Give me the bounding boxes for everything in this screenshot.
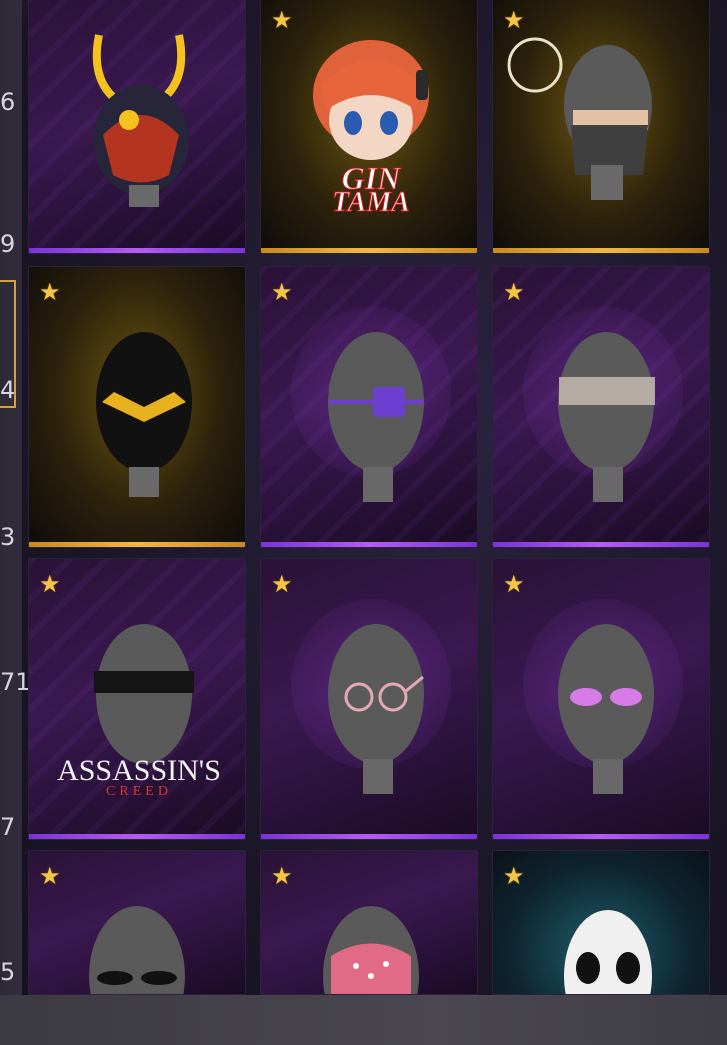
rarity-bar: [261, 248, 477, 253]
item-card-skull-mask[interactable]: ★: [492, 850, 710, 995]
cat-eye-glasses-icon: [558, 624, 654, 794]
eyepatch-icon: [328, 332, 424, 502]
item-card-purple-eyepatch[interactable]: ★: [260, 266, 478, 548]
skull-mask-icon: [564, 910, 652, 994]
visor-mask-icon: [96, 332, 192, 497]
sunglasses-icon: [89, 906, 185, 994]
star-icon: ★: [503, 570, 525, 598]
star-icon: ★: [271, 570, 293, 598]
side-number: 71: [0, 668, 31, 696]
samurai-kabuto-mask-icon: [92, 34, 189, 207]
item-card-ninja-face-mask[interactable]: ★: [492, 0, 710, 254]
rarity-bar: [29, 542, 245, 547]
star-icon: ★: [271, 278, 293, 306]
item-card-pink-polka-headwrap[interactable]: ★: [260, 850, 478, 995]
item-card-pink-cat-eye-glasses[interactable]: ★: [492, 558, 710, 840]
rarity-bar: [29, 834, 245, 839]
item-card-black-gold-visor-mask[interactable]: ★: [28, 266, 246, 548]
side-number: 6: [0, 88, 16, 116]
rarity-bar: [493, 542, 709, 547]
side-number: 5: [0, 958, 16, 986]
item-card-round-glasses[interactable]: ★: [260, 558, 478, 840]
side-number: 9: [0, 230, 16, 258]
side-number: 3: [0, 523, 16, 551]
star-icon: ★: [39, 862, 61, 890]
star-icon: ★: [39, 570, 61, 598]
round-glasses-icon: [328, 624, 424, 794]
rarity-bar: [261, 834, 477, 839]
side-number: 7: [0, 813, 16, 841]
item-card-dark-sunglasses[interactable]: ★: [28, 850, 246, 995]
ninja-mask-icon: [507, 37, 652, 200]
lace-blindfold-icon: [558, 332, 655, 502]
gintama-logo: GIN TAMA: [332, 160, 411, 219]
headwrap-icon: [323, 906, 419, 994]
side-selection-indicator: [0, 280, 16, 408]
rarity-bar: [29, 248, 245, 253]
star-icon: ★: [39, 278, 61, 306]
item-card-gintama-kagura-head[interactable]: ★ GIN TAMA: [260, 0, 478, 254]
item-card-samurai-kabuto-mask[interactable]: [28, 0, 246, 254]
star-icon: ★: [271, 862, 293, 890]
item-card-black-blindfold[interactable]: ★ ASSASSIN'S CREED: [28, 558, 246, 840]
bottom-panel: [0, 995, 727, 1045]
rarity-bar: [493, 834, 709, 839]
rarity-bar: [493, 248, 709, 253]
star-icon: ★: [503, 278, 525, 306]
star-icon: ★: [503, 862, 525, 890]
rarity-bar: [261, 542, 477, 547]
star-icon: ★: [271, 6, 293, 34]
assassins-creed-logo: ASSASSIN'S CREED: [57, 754, 221, 799]
item-card-lace-blindfold[interactable]: ★: [492, 266, 710, 548]
